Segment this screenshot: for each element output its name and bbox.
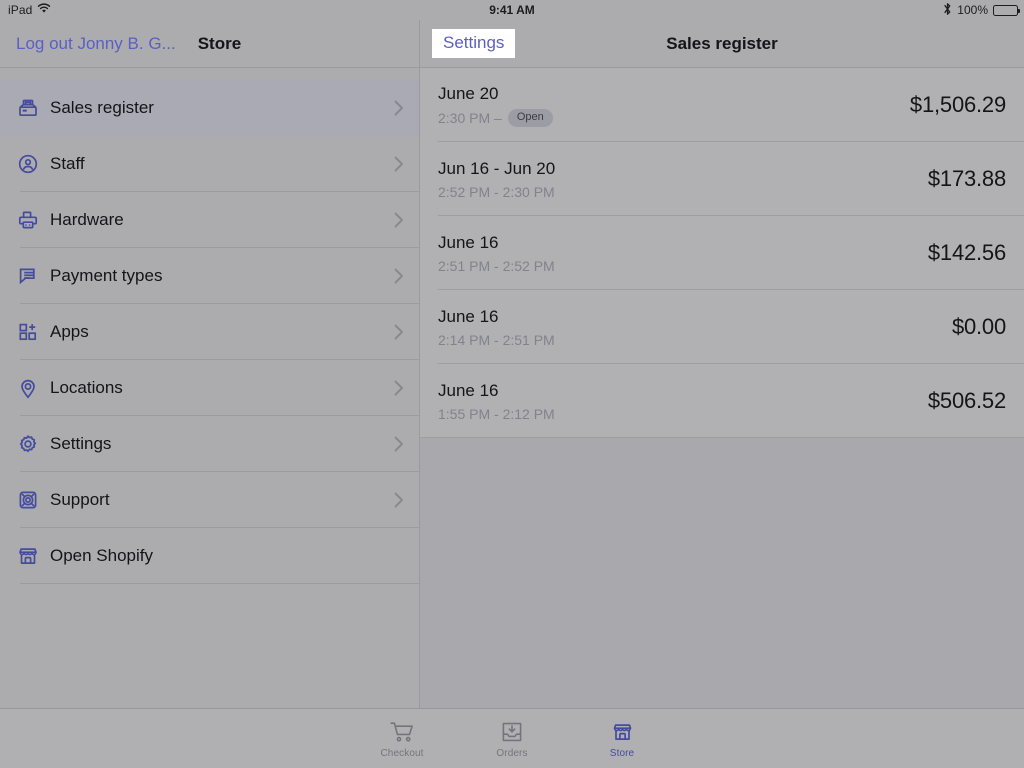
sidebar-item-locations[interactable]: Locations bbox=[0, 360, 419, 416]
sales-list-item[interactable]: Jun 16 - Jun 20 2:52 PM - 2:30 PM $173.8… bbox=[420, 142, 1024, 216]
battery-percent-label: 100% bbox=[957, 3, 988, 17]
status-bar-time: 9:41 AM bbox=[489, 3, 535, 17]
status-bar-right: 100% bbox=[943, 2, 1020, 19]
sales-list-item[interactable]: June 20 2:30 PM – Open $1,506.29 bbox=[420, 68, 1024, 142]
sale-date: June 16 bbox=[438, 233, 499, 253]
status-badge: Open bbox=[507, 108, 553, 127]
gear-icon bbox=[16, 432, 50, 456]
chevron-right-icon bbox=[393, 434, 405, 454]
sale-amount: $1,506.29 bbox=[909, 92, 1006, 117]
lifebuoy-icon bbox=[16, 488, 50, 512]
storefront-icon bbox=[610, 718, 635, 746]
app-root: iPad 9:41 AM 100% Log out Jonny B. G... … bbox=[0, 0, 1024, 768]
sale-details: Jun 16 - Jun 20 2:52 PM - 2:30 PM bbox=[438, 158, 928, 200]
sale-details: June 16 2:51 PM - 2:52 PM bbox=[438, 232, 928, 274]
sale-time-range: 2:52 PM - 2:30 PM bbox=[438, 183, 555, 200]
sidebar-item-hardware[interactable]: Hardware bbox=[0, 192, 419, 248]
sidebar-item-payment-types[interactable]: Payment types bbox=[0, 248, 419, 304]
tab-label: Store bbox=[609, 748, 635, 759]
sale-amount: $506.52 bbox=[927, 388, 1006, 413]
sidebar-item-staff[interactable]: Staff bbox=[0, 136, 419, 192]
sidebar-item-support[interactable]: Support bbox=[0, 472, 419, 528]
sidebar-item-label: Sales register bbox=[50, 98, 154, 117]
sale-date: June 20 bbox=[438, 84, 499, 104]
inbox-download-icon bbox=[500, 718, 524, 746]
sales-list-item[interactable]: June 16 1:55 PM - 2:12 PM $506.52 bbox=[420, 364, 1024, 438]
left-pane: Log out Jonny B. G... Store Sales regist… bbox=[0, 20, 420, 708]
left-pane-title: Store bbox=[197, 33, 242, 53]
sidebar-item-label: Support bbox=[50, 490, 110, 509]
sidebar-item-sales-register[interactable]: Sales register bbox=[0, 80, 419, 136]
sale-date: June 16 bbox=[438, 307, 499, 327]
sidebar-item-label: Hardware bbox=[50, 210, 124, 229]
sale-amount: $0.00 bbox=[951, 314, 1006, 339]
chevron-right-icon bbox=[393, 322, 405, 342]
wifi-icon bbox=[37, 3, 51, 17]
sale-details: June 20 2:30 PM – Open bbox=[438, 83, 910, 127]
tab-store[interactable]: Store bbox=[567, 709, 677, 768]
battery-full-icon bbox=[993, 4, 1020, 16]
sale-time-range: 2:30 PM – bbox=[438, 109, 502, 126]
sales-register-list[interactable]: June 20 2:30 PM – Open $1,506.29 Jun 16 … bbox=[420, 68, 1024, 438]
sidebar-item-label: Apps bbox=[50, 322, 89, 341]
user-circle-icon bbox=[16, 152, 50, 176]
sale-amount: $173.88 bbox=[927, 166, 1006, 191]
sale-date: June 16 bbox=[438, 381, 499, 401]
sidebar-item-label: Staff bbox=[50, 154, 85, 173]
status-bar-left: iPad bbox=[8, 3, 51, 17]
sidebar-item-label: Settings bbox=[50, 434, 112, 453]
sale-subtitle: 2:52 PM - 2:30 PM bbox=[438, 184, 928, 200]
tab-checkout[interactable]: Checkout bbox=[347, 709, 457, 768]
cash-register-icon bbox=[16, 96, 50, 120]
right-pane: Settings Sales register June 20 2:30 PM … bbox=[420, 20, 1024, 708]
menu-scroll-area[interactable]: Sales register Staff Hardware Payment ty… bbox=[0, 68, 419, 708]
bluetooth-icon bbox=[943, 2, 952, 19]
chevron-right-icon bbox=[393, 154, 405, 174]
storefront-icon bbox=[16, 544, 50, 568]
sidebar-item-apps[interactable]: Apps bbox=[0, 304, 419, 360]
split-view: Log out Jonny B. G... Store Sales regist… bbox=[0, 20, 1024, 708]
apps-grid-plus-icon bbox=[16, 320, 50, 344]
sale-subtitle: 1:55 PM - 2:12 PM bbox=[438, 406, 928, 422]
sale-subtitle: 2:14 PM - 2:51 PM bbox=[438, 332, 952, 348]
sidebar-item-open-shopify[interactable]: Open Shopify bbox=[0, 528, 419, 584]
right-navbar: Settings Sales register bbox=[420, 20, 1024, 68]
tab-bar: Checkout Orders Store bbox=[0, 708, 1024, 768]
sale-details: June 16 1:55 PM - 2:12 PM bbox=[438, 380, 928, 422]
printer-icon bbox=[16, 208, 50, 232]
sale-subtitle: 2:30 PM – Open bbox=[438, 108, 910, 127]
chevron-right-icon bbox=[393, 98, 405, 118]
tab-orders[interactable]: Orders bbox=[457, 709, 567, 768]
sidebar-item-settings[interactable]: Settings bbox=[0, 416, 419, 472]
settings-menu-list: Sales register Staff Hardware Payment ty… bbox=[0, 80, 419, 584]
cards-stack-icon bbox=[16, 264, 50, 288]
chevron-right-icon bbox=[393, 210, 405, 230]
sale-time-range: 2:51 PM - 2:52 PM bbox=[438, 257, 555, 274]
settings-back-button[interactable]: Settings bbox=[432, 28, 516, 59]
status-bar: iPad 9:41 AM 100% bbox=[0, 0, 1024, 20]
sale-subtitle: 2:51 PM - 2:52 PM bbox=[438, 258, 928, 274]
shopping-cart-icon bbox=[389, 718, 415, 746]
tab-label: Orders bbox=[496, 748, 528, 759]
logout-button[interactable]: Log out Jonny B. G... bbox=[16, 34, 176, 54]
chevron-right-icon bbox=[393, 266, 405, 286]
sidebar-item-label: Locations bbox=[50, 378, 123, 397]
sale-time-range: 2:14 PM - 2:51 PM bbox=[438, 331, 555, 348]
sidebar-item-label: Payment types bbox=[50, 266, 163, 285]
device-name: iPad bbox=[8, 3, 33, 17]
sales-list-item[interactable]: June 16 2:51 PM - 2:52 PM $142.56 bbox=[420, 216, 1024, 290]
sales-list-empty-area bbox=[420, 438, 1024, 708]
sale-time-range: 1:55 PM - 2:12 PM bbox=[438, 405, 555, 422]
sales-list-item[interactable]: June 16 2:14 PM - 2:51 PM $0.00 bbox=[420, 290, 1024, 364]
sale-amount: $142.56 bbox=[927, 240, 1006, 265]
sale-date: Jun 16 - Jun 20 bbox=[438, 159, 556, 179]
chevron-right-icon bbox=[393, 490, 405, 510]
chevron-right-icon bbox=[393, 378, 405, 398]
sale-details: June 16 2:14 PM - 2:51 PM bbox=[438, 306, 952, 348]
map-pin-icon bbox=[16, 376, 50, 400]
tab-label: Checkout bbox=[380, 748, 424, 759]
left-navbar: Log out Jonny B. G... Store bbox=[0, 20, 419, 68]
sidebar-item-label: Open Shopify bbox=[50, 546, 154, 565]
